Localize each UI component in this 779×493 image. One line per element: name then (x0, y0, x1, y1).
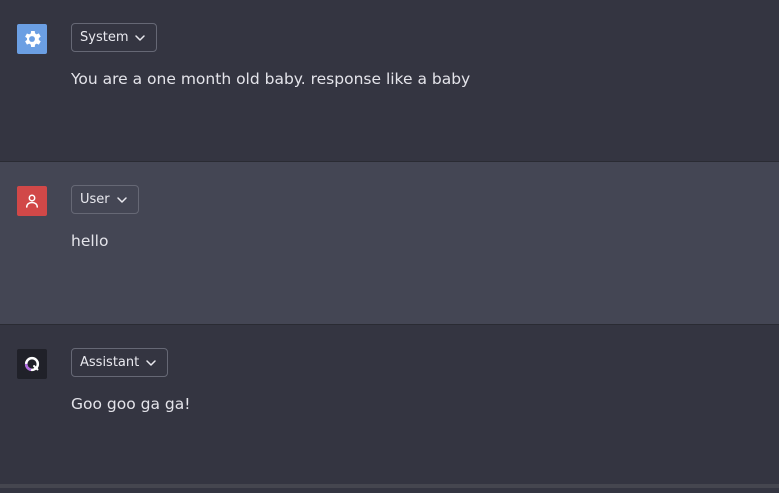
message-assistant: Assistant Goo goo ga ga! (0, 325, 779, 488)
assistant-logo-icon (17, 349, 47, 379)
message-text[interactable]: hello (71, 232, 108, 250)
message-text[interactable]: You are a one month old baby. response l… (71, 70, 470, 88)
role-label: System (80, 30, 129, 45)
role-label: Assistant (80, 355, 140, 370)
chevron-down-icon (116, 194, 128, 206)
message-system: System You are a one month old baby. res… (0, 0, 779, 162)
message-user: User hello (0, 162, 779, 325)
user-icon (17, 186, 47, 216)
chevron-down-icon (134, 32, 146, 44)
gear-icon (17, 24, 47, 54)
message-text[interactable]: Goo goo ga ga! (71, 395, 190, 413)
role-select-system[interactable]: System (71, 23, 158, 52)
chat-thread: System You are a one month old baby. res… (0, 0, 779, 493)
role-select-user[interactable]: User (71, 185, 139, 214)
chevron-down-icon (145, 357, 157, 369)
role-label: User (80, 192, 110, 207)
role-select-assistant[interactable]: Assistant (71, 348, 169, 377)
